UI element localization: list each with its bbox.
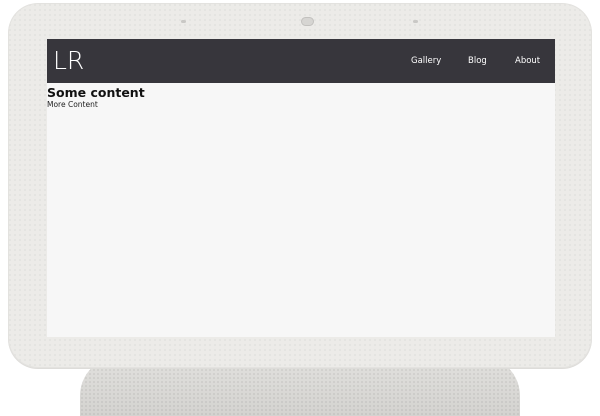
camera-lens (301, 17, 314, 26)
content-subtext: More Content (47, 100, 98, 109)
nav-link-gallery[interactable]: Gallery (411, 55, 441, 68)
nav-link-blog[interactable]: Blog (468, 55, 487, 68)
web-page-screen: LR Gallery Blog About Some content More … (47, 39, 555, 337)
device-mockup: LR Gallery Blog About Some content More … (0, 0, 600, 416)
sensor-right (413, 20, 418, 23)
navbar: LR Gallery Blog About (47, 39, 555, 83)
content-heading: Some content (47, 85, 145, 100)
site-logo[interactable]: LR (53, 47, 84, 75)
nav-link-about[interactable]: About (515, 55, 540, 68)
sensor-left (181, 20, 186, 23)
main-content: Some content More Content (47, 85, 555, 110)
